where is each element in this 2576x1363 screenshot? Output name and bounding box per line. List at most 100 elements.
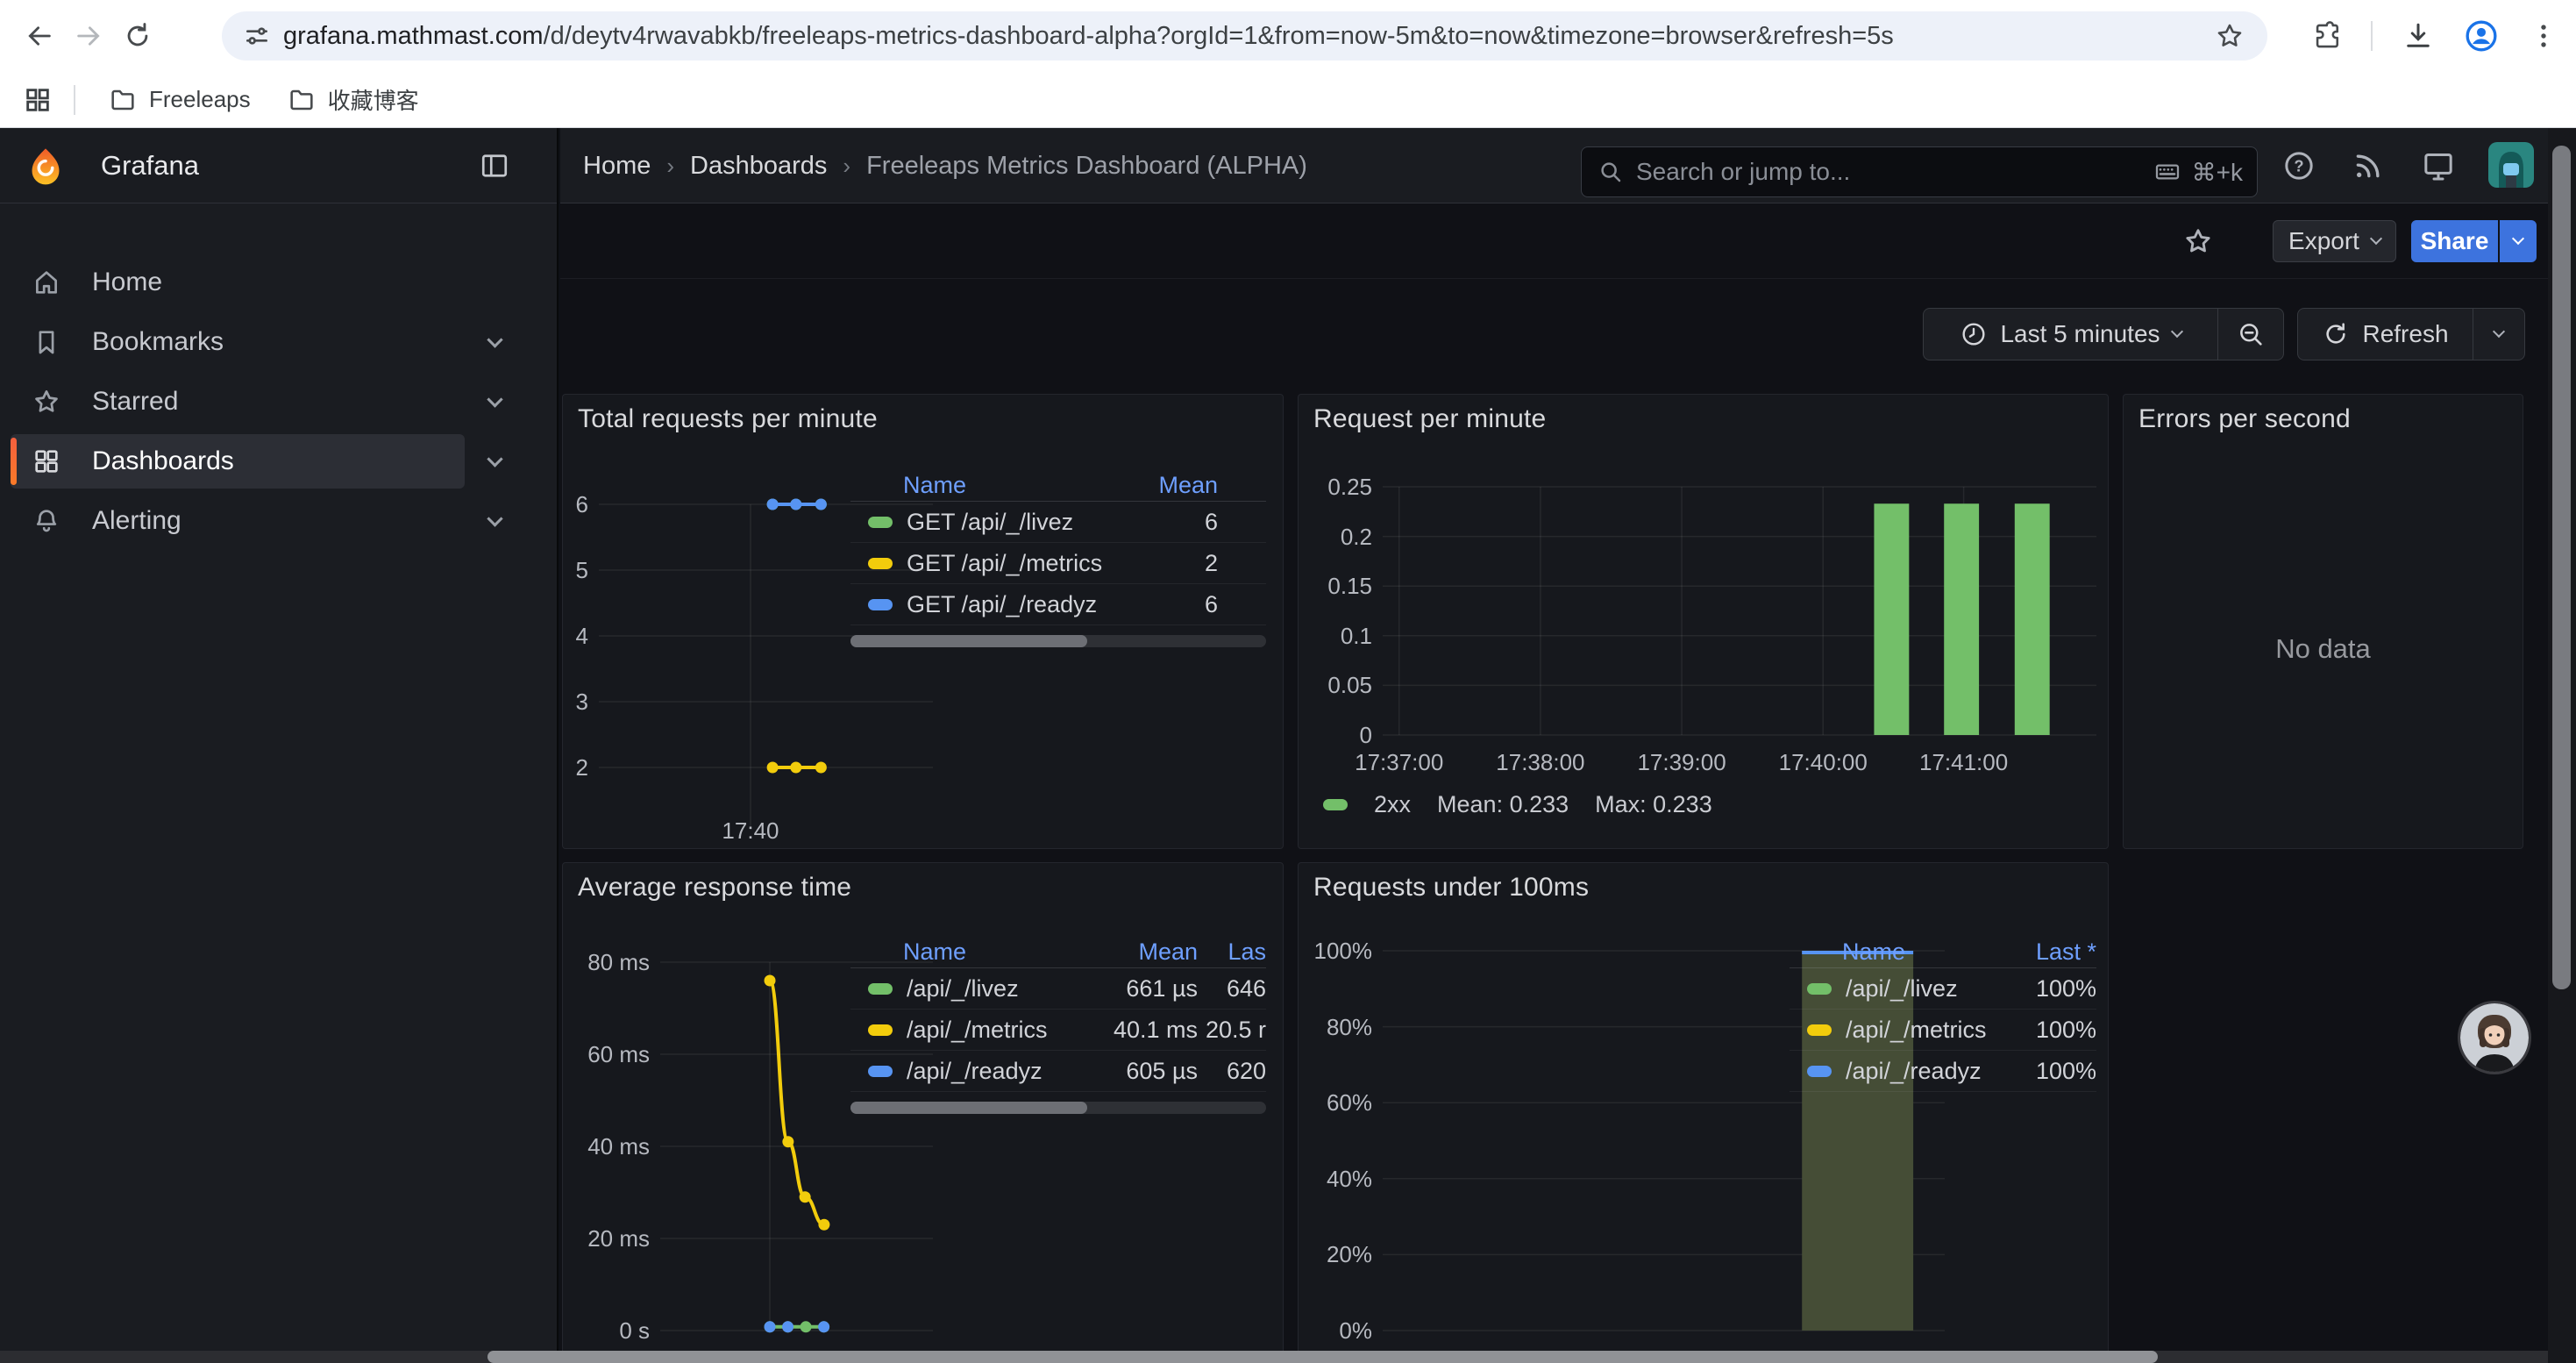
refresh-button[interactable]: Refresh	[2298, 309, 2473, 360]
favorite-dashboard-button[interactable]	[2177, 220, 2219, 262]
address-bar[interactable]: grafana.mathmast.com/d/deytv4rwavabkb/fr…	[222, 11, 2267, 61]
time-range-label: Last 5 minutes	[2000, 320, 2160, 348]
panel-title[interactable]: Average response time	[578, 873, 851, 903]
legend-row[interactable]: GET /api/_/livez6	[850, 502, 1266, 543]
legend-col-name[interactable]: Name	[850, 472, 1113, 499]
panel-title[interactable]: Request per minute	[1313, 404, 1546, 434]
panel-errors-per-second[interactable]: Errors per second No data	[2123, 394, 2523, 849]
series-color-pill	[868, 983, 893, 995]
panel-title[interactable]: Requests under 100ms	[1313, 873, 1589, 903]
panel-average-response-time[interactable]: Average response time 80 ms60 ms40 ms20 …	[562, 862, 1284, 1363]
legend-col-name[interactable]: Name	[850, 938, 1066, 966]
expand-alerting-chevron[interactable]	[477, 494, 512, 548]
collapse-dashboards-chevron[interactable]	[477, 434, 512, 489]
refresh-interval-button[interactable]	[2473, 309, 2524, 360]
share-menu-button[interactable]	[2500, 220, 2537, 262]
grafana-main: Home › Dashboards › Freeleaps Metrics Da…	[560, 128, 2576, 1363]
collapse-sidebar-button[interactable]	[479, 150, 510, 182]
series-color-pill	[868, 517, 893, 528]
bar-chart: 0.250.20.150.10.05017:37:0017:38:0017:39…	[1299, 474, 2110, 781]
panel-title[interactable]: Errors per second	[2138, 404, 2351, 434]
url-text[interactable]: grafana.mathmast.com/d/deytv4rwavabkb/fr…	[283, 22, 2215, 51]
search-input[interactable]: Search or jump to... ⌘+k	[1581, 146, 2258, 197]
series-name[interactable]: 2xx	[1374, 791, 1411, 818]
url-host: grafana.mathmast.com	[283, 22, 544, 50]
horizontal-scrollbar[interactable]	[0, 1351, 2548, 1363]
expand-starred-chevron[interactable]	[477, 375, 512, 429]
expand-bookmarks-chevron[interactable]	[477, 315, 512, 369]
horizontal-scrollbar-thumb[interactable]	[487, 1351, 2158, 1363]
series-color-pill	[1807, 1024, 1832, 1036]
legend-scrollbar[interactable]	[850, 1102, 1266, 1114]
legend-row[interactable]: /api/_/livez100%	[1790, 968, 2096, 1010]
sidebar-item-starred[interactable]: Starred	[11, 375, 465, 429]
extensions-icon[interactable]	[2311, 21, 2341, 51]
bookmark-label: 收藏博客	[328, 83, 419, 116]
browser-forward-button[interactable]	[64, 11, 113, 61]
bookmark-icon	[32, 327, 61, 357]
apps-grid-icon[interactable]	[23, 85, 53, 115]
breadcrumb-dashboards[interactable]: Dashboards	[690, 152, 827, 181]
bookmark-star-icon[interactable]	[2215, 21, 2245, 51]
vertical-scrollbar-thumb[interactable]	[2552, 146, 2571, 989]
legend-scrollbar-thumb[interactable]	[850, 635, 1087, 647]
bookmark-folder-blogs[interactable]: 收藏博客	[274, 79, 433, 121]
breadcrumb-current: Freeleaps Metrics Dashboard (ALPHA)	[866, 152, 1307, 181]
legend-row[interactable]: GET /api/_/metrics2	[850, 543, 1266, 584]
divider	[74, 85, 75, 115]
legend-table-header: NameMean	[850, 470, 1266, 502]
news-rss-button[interactable]	[2351, 148, 2386, 183]
series-color-pill	[868, 599, 893, 610]
legend-col-name[interactable]: Name	[1790, 938, 2013, 966]
time-range-picker[interactable]: Last 5 minutes	[1924, 309, 2217, 360]
sidebar-item-home[interactable]: Home	[11, 255, 465, 310]
active-indicator	[11, 438, 17, 485]
bookmark-folder-freeleaps[interactable]: Freeleaps	[95, 79, 265, 121]
share-button[interactable]: Share	[2411, 220, 2498, 262]
menu-kebab-icon[interactable]	[2529, 21, 2558, 51]
vertical-scrollbar[interactable]	[2548, 128, 2576, 1363]
panel-toggle-icon	[479, 150, 510, 182]
legend-row[interactable]: /api/_/metrics40.1 ms20.5 r	[850, 1010, 1266, 1051]
site-settings-icon[interactable]	[243, 22, 271, 50]
panel-total-requests-per-minute[interactable]: Total requests per minute 6543217:40 Nam…	[562, 394, 1284, 849]
profile-icon[interactable]	[2464, 18, 2499, 54]
browser-back-button[interactable]	[15, 11, 64, 61]
bookmarks-bar: Freeleaps 收藏博客	[0, 72, 2576, 128]
panel-request-per-minute[interactable]: Request per minute 0.250.20.150.10.05017…	[1298, 394, 2109, 849]
breadcrumb-home[interactable]: Home	[583, 152, 651, 181]
grafana-logo[interactable]	[26, 146, 65, 185]
series-color-pill	[1323, 799, 1348, 810]
export-button[interactable]: Export	[2273, 220, 2396, 262]
user-avatar[interactable]	[2488, 142, 2534, 188]
legend-scrollbar[interactable]	[850, 635, 1266, 647]
legend-row[interactable]: /api/_/readyz605 µs620	[850, 1051, 1266, 1092]
star-outline-icon	[2182, 225, 2214, 257]
assistant-avatar-bubble[interactable]	[2460, 1003, 2529, 1072]
refresh-label: Refresh	[2362, 320, 2448, 348]
help-button[interactable]: ?	[2281, 148, 2316, 183]
sidebar-item-bookmarks[interactable]: Bookmarks	[11, 315, 465, 369]
legend[interactable]: 2xx Mean: 0.233 Max: 0.233	[1323, 791, 1712, 818]
legend-row[interactable]: /api/_/metrics100%	[1790, 1010, 2096, 1051]
panel-title[interactable]: Total requests per minute	[578, 404, 878, 434]
sidebar-item-dashboards[interactable]: Dashboards	[11, 434, 465, 489]
display-tv-button[interactable]	[2421, 148, 2456, 183]
download-icon[interactable]	[2402, 20, 2434, 52]
browser-reload-button[interactable]	[113, 11, 162, 61]
search-placeholder: Search or jump to...	[1636, 158, 2153, 186]
legend-row[interactable]: /api/_/livez661 µs646	[850, 968, 1266, 1010]
zoom-out-time-button[interactable]	[2218, 309, 2283, 360]
sidebar-item-label: Dashboards	[92, 446, 234, 476]
legend-row[interactable]: /api/_/readyz100%	[1790, 1051, 2096, 1092]
star-icon	[32, 387, 61, 417]
avatar-girl-image	[2460, 1003, 2529, 1072]
divider	[2371, 21, 2373, 51]
browser-toolbar: grafana.mathmast.com/d/deytv4rwavabkb/fr…	[0, 0, 2576, 72]
sidebar-nav: Home Bookmarks Starred Dashboards Alerti…	[0, 255, 557, 553]
legend-row[interactable]: GET /api/_/readyz6	[850, 584, 1266, 625]
sidebar-item-alerting[interactable]: Alerting	[11, 494, 465, 548]
panel-requests-under-100ms[interactable]: Requests under 100ms 100%80%60%40%20%0%1…	[1298, 862, 2109, 1363]
legend-scrollbar-thumb[interactable]	[850, 1102, 1087, 1114]
brand-title: Grafana	[101, 150, 199, 182]
